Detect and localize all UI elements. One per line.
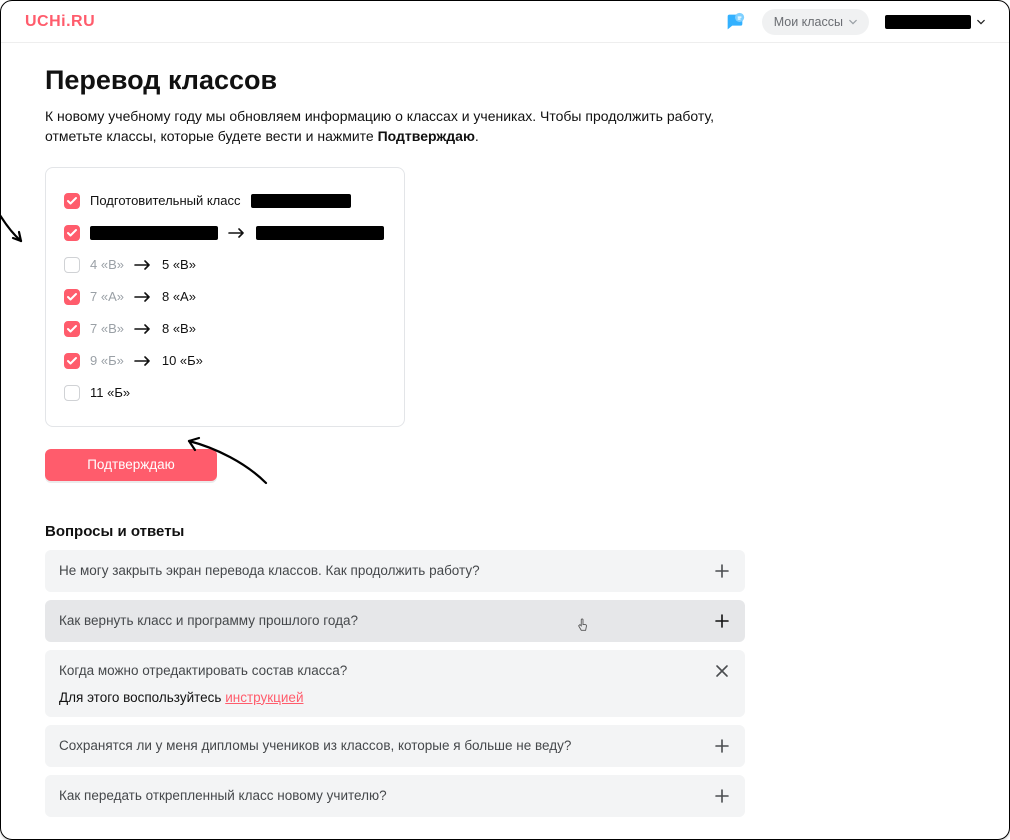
chevron-down-icon [977, 18, 985, 26]
my-classes-dropdown[interactable]: Мои классы [762, 9, 869, 35]
class-checkbox[interactable] [64, 193, 80, 209]
intro-bold: Подтверждаю [378, 128, 475, 144]
faq-question: Как передать открепленный класс новому у… [59, 788, 387, 803]
class-row: Подготовительный класс [64, 186, 386, 216]
class-from-label: 7 «В» [90, 321, 124, 336]
intro-text-2: . [475, 128, 479, 144]
plus-icon[interactable] [713, 737, 731, 755]
class-row: 9 «Б» 10 «Б» [64, 346, 386, 376]
faq-item-head: Не могу закрыть экран перевода классов. … [59, 562, 731, 580]
faq-item-head: Как передать открепленный класс новому у… [59, 787, 731, 805]
plus-icon[interactable] [713, 612, 731, 630]
app-header: UCHi.RU Мои классы [1, 1, 1009, 43]
brand-logo: UCHi.RU [25, 13, 95, 31]
class-to-label: 8 «В» [162, 321, 196, 336]
faq-list: Не могу закрыть экран перевода классов. … [45, 550, 745, 817]
confirm-button-label: Подтверждаю [87, 457, 175, 472]
my-classes-label: Мои классы [774, 15, 843, 29]
pointer-cursor-icon [576, 618, 590, 632]
faq-answer: Для этого воспользуйтесь инструкцией [59, 690, 731, 705]
faq-title: Вопросы и ответы [45, 523, 965, 540]
faq-question: Сохранятся ли у меня дипломы учеников из… [59, 738, 571, 753]
arrow-right-icon [134, 292, 152, 302]
arrow-right-icon [134, 356, 152, 366]
class-from-label: 11 «Б» [90, 385, 130, 400]
faq-item[interactable]: Как вернуть класс и программу прошлого г… [45, 600, 745, 642]
faq-item-head: Когда можно отредактировать состав класс… [59, 662, 731, 680]
plus-icon[interactable] [713, 562, 731, 580]
user-name-redacted [885, 15, 971, 29]
class-checkbox[interactable] [64, 257, 80, 273]
faq-question: Как вернуть класс и программу прошлого г… [59, 613, 358, 628]
class-row: 7 «В» 8 «В» [64, 314, 386, 344]
chat-icon[interactable] [724, 11, 746, 33]
confirm-button[interactable]: Подтверждаю [45, 449, 217, 481]
chevron-down-icon [849, 18, 857, 26]
class-from-label: Подготовительный класс [90, 193, 241, 208]
faq-answer-text: Для этого воспользуйтесь [59, 690, 225, 705]
page-title: Перевод классов [45, 65, 965, 96]
faq-item[interactable]: Не могу закрыть экран перевода классов. … [45, 550, 745, 592]
plus-icon[interactable] [713, 787, 731, 805]
faq-answer-link[interactable]: инструкцией [225, 690, 303, 705]
class-checkbox[interactable] [64, 321, 80, 337]
class-from-label: 7 «А» [90, 289, 124, 304]
faq-question: Когда можно отредактировать состав класс… [59, 663, 347, 678]
class-to-label: 10 «Б» [162, 353, 203, 368]
class-row: 7 «А» 8 «А» [64, 282, 386, 312]
faq-item-head: Как вернуть класс и программу прошлого г… [59, 612, 731, 630]
faq-item[interactable]: Когда можно отредактировать состав класс… [45, 650, 745, 717]
page-body: Перевод классов К новому учебному году м… [1, 43, 1009, 840]
faq-item[interactable]: Сохранятся ли у меня дипломы учеников из… [45, 725, 745, 767]
arrow-right-icon [134, 260, 152, 270]
faq-item[interactable]: Как передать открепленный класс новому у… [45, 775, 745, 817]
class-checkbox[interactable] [64, 353, 80, 369]
class-from-label: 4 «В» [90, 257, 124, 272]
faq-question: Не могу закрыть экран перевода классов. … [59, 563, 480, 578]
class-from-redacted [90, 226, 218, 240]
page-intro: К новому учебному году мы обновляем инфо… [45, 106, 745, 147]
arrow-right-icon [228, 228, 246, 238]
class-checkbox[interactable] [64, 385, 80, 401]
user-menu[interactable] [885, 15, 985, 29]
close-icon[interactable] [713, 662, 731, 680]
class-to-label: 5 «В» [162, 257, 196, 272]
class-to-label: 8 «А» [162, 289, 196, 304]
class-to-redacted [256, 226, 384, 240]
class-to-redacted [251, 194, 351, 208]
arrow-right-icon [134, 324, 152, 334]
class-checkbox[interactable] [64, 225, 80, 241]
header-right: Мои классы [724, 9, 985, 35]
class-row: 4 «В» 5 «В» [64, 250, 386, 280]
class-transfer-card: Подготовительный класс 4 «В» 5 «В» 7 «А» 8 «… [45, 167, 405, 427]
faq-item-head: Сохранятся ли у меня дипломы учеников из… [59, 737, 731, 755]
class-checkbox[interactable] [64, 289, 80, 305]
class-from-label: 9 «Б» [90, 353, 124, 368]
class-row [64, 218, 386, 248]
class-row: 11 «Б» [64, 378, 386, 408]
